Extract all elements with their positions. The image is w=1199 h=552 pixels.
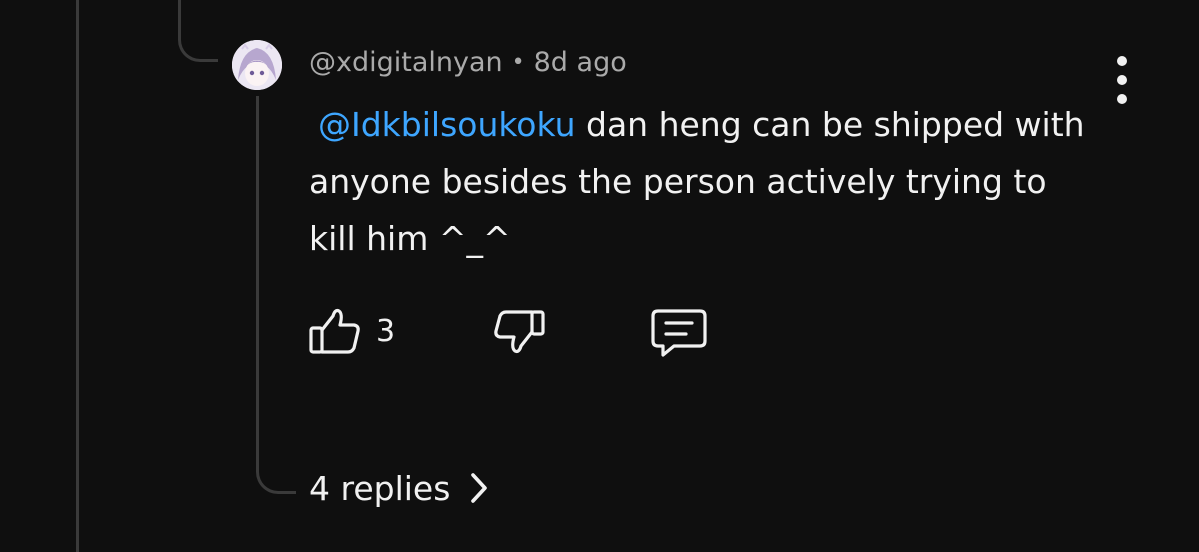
thread-line bbox=[76, 0, 79, 552]
ellipsis-dot bbox=[1117, 75, 1127, 85]
dislike-button[interactable] bbox=[492, 308, 546, 358]
ellipsis-dot bbox=[1117, 94, 1127, 104]
author-name[interactable]: @xdigitalnyan bbox=[309, 47, 503, 78]
like-button[interactable]: 3 bbox=[308, 306, 395, 356]
reply-connector-line bbox=[178, 0, 218, 62]
comment-icon bbox=[651, 309, 707, 357]
replies-connector-line bbox=[256, 96, 296, 494]
mention-link[interactable]: @Idkbilsoukoku bbox=[318, 105, 576, 144]
header-separator: • bbox=[511, 49, 525, 75]
comment-body: @Idkbilsoukoku dan heng can be shipped w… bbox=[309, 96, 1089, 267]
comment-header: @xdigitalnyan • 8d ago bbox=[309, 44, 627, 80]
vertical-ellipsis-icon bbox=[1117, 56, 1127, 66]
thumbs-up-icon bbox=[309, 308, 360, 354]
thumbs-down-icon bbox=[494, 310, 545, 354]
replies-label: 4 replies bbox=[309, 468, 451, 508]
avatar[interactable] bbox=[232, 40, 282, 90]
comment-timestamp[interactable]: 8d ago bbox=[534, 47, 627, 78]
like-count: 3 bbox=[376, 313, 396, 349]
chevron-right-icon bbox=[471, 473, 488, 503]
view-replies-button[interactable]: 4 replies bbox=[309, 465, 488, 511]
more-options-button[interactable] bbox=[1105, 56, 1139, 104]
reply-button[interactable] bbox=[650, 308, 708, 358]
